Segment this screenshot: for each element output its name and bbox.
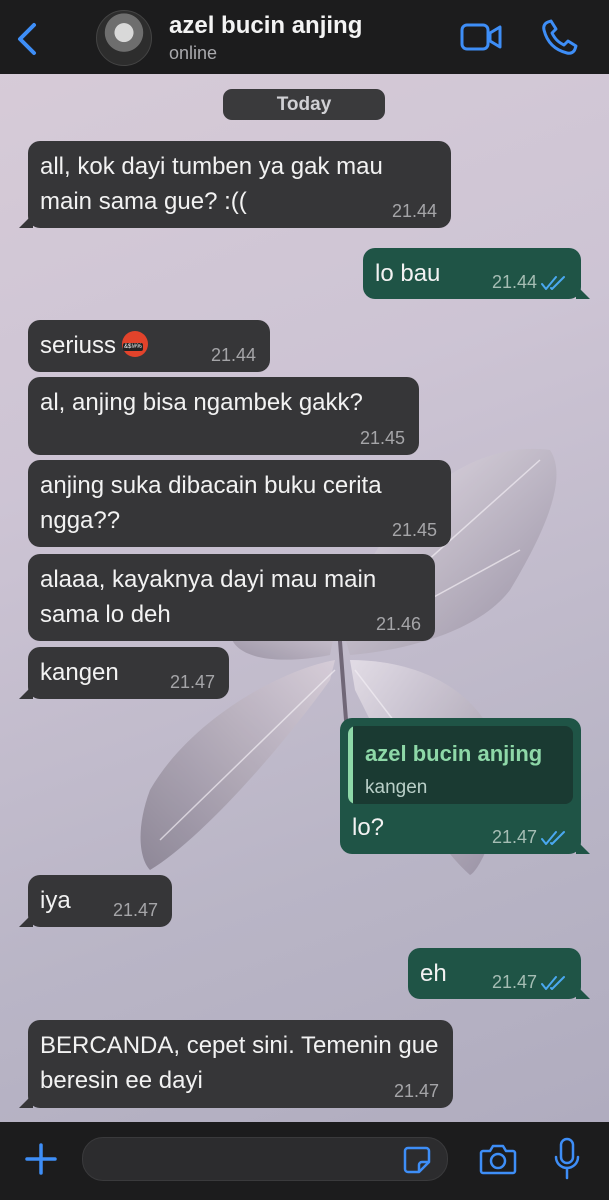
chevron-left-icon[interactable] — [14, 22, 40, 56]
message-outgoing[interactable]: eh 21.47 — [408, 948, 590, 999]
message-outgoing-reply[interactable]: azel bucin anjing kangen lo? 21.47 — [340, 718, 590, 854]
microphone-icon[interactable] — [553, 1137, 581, 1181]
message-incoming[interactable]: al, anjing bisa ngambek gakk? 21.45 — [28, 377, 419, 455]
chat-header: azel bucin anjing online — [0, 0, 609, 74]
message-incoming[interactable]: iya 21.47 — [19, 875, 172, 927]
message-time: 21.47 — [169, 672, 215, 692]
quoted-message[interactable]: azel bucin anjing kangen — [348, 726, 573, 804]
plus-icon[interactable] — [24, 1142, 58, 1176]
message-time: 21.47 — [491, 827, 537, 847]
message-text: anjing suka dibacain buku cerita ngga?? — [40, 472, 382, 534]
message-text: all, kok dayi tumben ya gak mau main sam… — [40, 153, 383, 215]
message-text: alaaa, kayaknya dayi mau main sama lo de… — [40, 566, 377, 628]
quoted-text: kangen — [365, 777, 428, 798]
message-incoming[interactable]: alaaa, kayaknya dayi mau main sama lo de… — [28, 554, 435, 641]
contact-status: online — [169, 43, 218, 63]
message-time: 21.46 — [375, 614, 421, 634]
message-time: 21.44 — [210, 345, 256, 365]
message-text: al, anjing bisa ngambek gakk? — [40, 389, 363, 416]
message-time: 21.47 — [491, 972, 537, 992]
message-incoming[interactable]: all, kok dayi tumben ya gak mau main sam… — [19, 141, 451, 228]
message-time: 21.45 — [391, 520, 437, 540]
message-time: 21.45 — [359, 428, 405, 448]
message-time: 21.47 — [393, 1081, 439, 1101]
message-text: lo bau — [375, 260, 441, 287]
quoted-sender: azel bucin anjing — [365, 741, 543, 766]
message-time: 21.47 — [112, 900, 158, 920]
sticker-icon[interactable] — [403, 1146, 431, 1174]
quote-bar — [348, 726, 353, 804]
composer-bar — [0, 1122, 609, 1200]
message-incoming[interactable]: kangen 21.47 — [19, 647, 229, 699]
contact-avatar[interactable] — [96, 10, 152, 66]
video-call-icon[interactable] — [460, 20, 502, 54]
message-incoming[interactable]: seriuss 21.44 — [28, 320, 270, 372]
message-time: 21.44 — [391, 201, 437, 221]
camera-icon[interactable] — [479, 1142, 517, 1176]
phone-icon[interactable] — [539, 18, 579, 58]
message-incoming[interactable]: anjing suka dibacain buku cerita ngga?? … — [28, 460, 451, 547]
read-receipt-icon — [541, 276, 565, 290]
message-text: BERCANDA, cepet sini. Temenin gue beresi… — [40, 1032, 439, 1094]
message-incoming[interactable]: BERCANDA, cepet sini. Temenin gue beresi… — [19, 1020, 453, 1108]
face-with-symbols-on-mouth-icon — [122, 331, 149, 357]
message-outgoing[interactable]: lo bau 21.44 — [363, 248, 590, 299]
date-separator: Today — [223, 89, 385, 120]
read-receipt-icon — [541, 831, 565, 845]
message-time: 21.44 — [491, 272, 537, 292]
read-receipt-icon — [541, 976, 565, 990]
message-input[interactable] — [82, 1137, 448, 1181]
contact-name[interactable]: azel bucin anjing — [169, 12, 362, 40]
